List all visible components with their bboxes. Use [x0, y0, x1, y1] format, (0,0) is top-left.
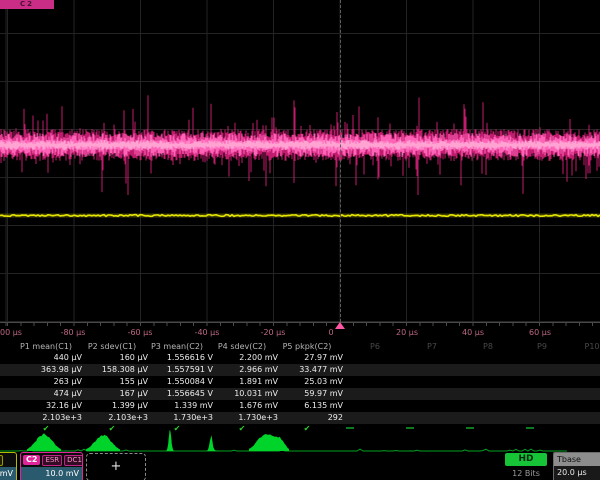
- parameter-value: 292: [233, 413, 343, 422]
- histicon-mark: [406, 427, 414, 429]
- parameter-header-unused[interactable]: P6: [370, 342, 380, 351]
- hd-mode-badge: HD: [505, 453, 547, 466]
- waveform-plot: [0, 0, 600, 322]
- histicon-strip: [0, 425, 600, 455]
- parameter-header-unused[interactable]: P9: [537, 342, 547, 351]
- timebase-descriptor-box[interactable]: Tbase 20.0 µs: [553, 452, 600, 480]
- parameter-histicon: [27, 433, 61, 451]
- c2-chip: C2: [23, 455, 40, 465]
- parameter-value: 6.135 mV: [233, 401, 343, 410]
- axis-tick-label: -60 µs: [128, 328, 153, 337]
- parameter-header-unused[interactable]: P7: [427, 342, 437, 351]
- axis-tick-label: -40 µs: [195, 328, 220, 337]
- hd-bits-label: 12 Bits: [505, 469, 547, 478]
- axis-tick-label: -20 µs: [261, 328, 286, 337]
- histicon-mark: [526, 427, 534, 429]
- parameter-header[interactable]: P5 pkpk(C2): [283, 342, 332, 351]
- channel1-descriptor-box[interactable]: C1 DC1M 10.0 mV: [0, 452, 17, 480]
- tbase-scale-value: 20.0 µs: [554, 466, 600, 479]
- histicon-mark: [346, 427, 354, 429]
- c2-scale-value: 10.0 mV: [21, 467, 82, 480]
- histicon-mark: [466, 427, 474, 429]
- axis-tick-label: 40 µs: [462, 328, 484, 337]
- tbase-title: Tbase: [554, 453, 600, 466]
- axis-tick-label: 0: [328, 328, 333, 337]
- trace-badge[interactable]: C2: [0, 0, 54, 9]
- parameter-header[interactable]: P3 mean(C2): [151, 342, 203, 351]
- axis-tick-label: -80 µs: [61, 328, 86, 337]
- parameter-value: 59.97 mV: [233, 389, 343, 398]
- parameter-histicon: [249, 434, 289, 451]
- parameter-header[interactable]: P4 sdev(C2): [218, 342, 266, 351]
- parameter-value: 33.477 mV: [233, 365, 343, 374]
- parameter-header[interactable]: P2 sdev(C1): [88, 342, 136, 351]
- c1-scale-value: 10.0 mV: [0, 467, 16, 480]
- parameter-header-unused[interactable]: P8: [483, 342, 493, 351]
- axis-tick-label: 20 µs: [396, 328, 418, 337]
- parameter-histicon: [86, 435, 120, 451]
- parameter-header-unused[interactable]: P10: [584, 342, 599, 351]
- parameter-histicon: [206, 435, 220, 451]
- c2-esr-badge: ESR: [42, 455, 62, 466]
- c2-coupling-badge: DC1M: [64, 455, 83, 466]
- axis-tick-marks: [0, 323, 600, 326]
- trigger-time-marker[interactable]: [335, 322, 345, 329]
- add-trace-button[interactable]: +: [86, 453, 146, 480]
- parameter-header[interactable]: P1 mean(C1): [20, 342, 72, 351]
- parameter-value: 27.97 mV: [233, 353, 343, 362]
- axis-tick-label: -100 µs: [0, 328, 22, 337]
- time-axis: -100 µs -80 µs -60 µs -40 µs -20 µs 0 20 µs 40 …: [0, 322, 600, 342]
- oscilloscope-screen: C2 -100 µs -80 µs -60 µs -40 µs -20 µs 0 20 µs…: [0, 0, 600, 480]
- channel2-descriptor-box[interactable]: C2 ESR DC1M 10.0 mV: [20, 452, 83, 480]
- parameter-value: 25.03 mV: [233, 377, 343, 386]
- axis-tick-label: 60 µs: [529, 328, 551, 337]
- parameter-histicon: [164, 430, 176, 451]
- trigger-position-line: [340, 0, 341, 322]
- measure-table: P1 mean(C1)440 µV363.98 µV263 µV474 µV32…: [0, 341, 600, 433]
- c1-coupling-badge: DC1M: [0, 455, 3, 466]
